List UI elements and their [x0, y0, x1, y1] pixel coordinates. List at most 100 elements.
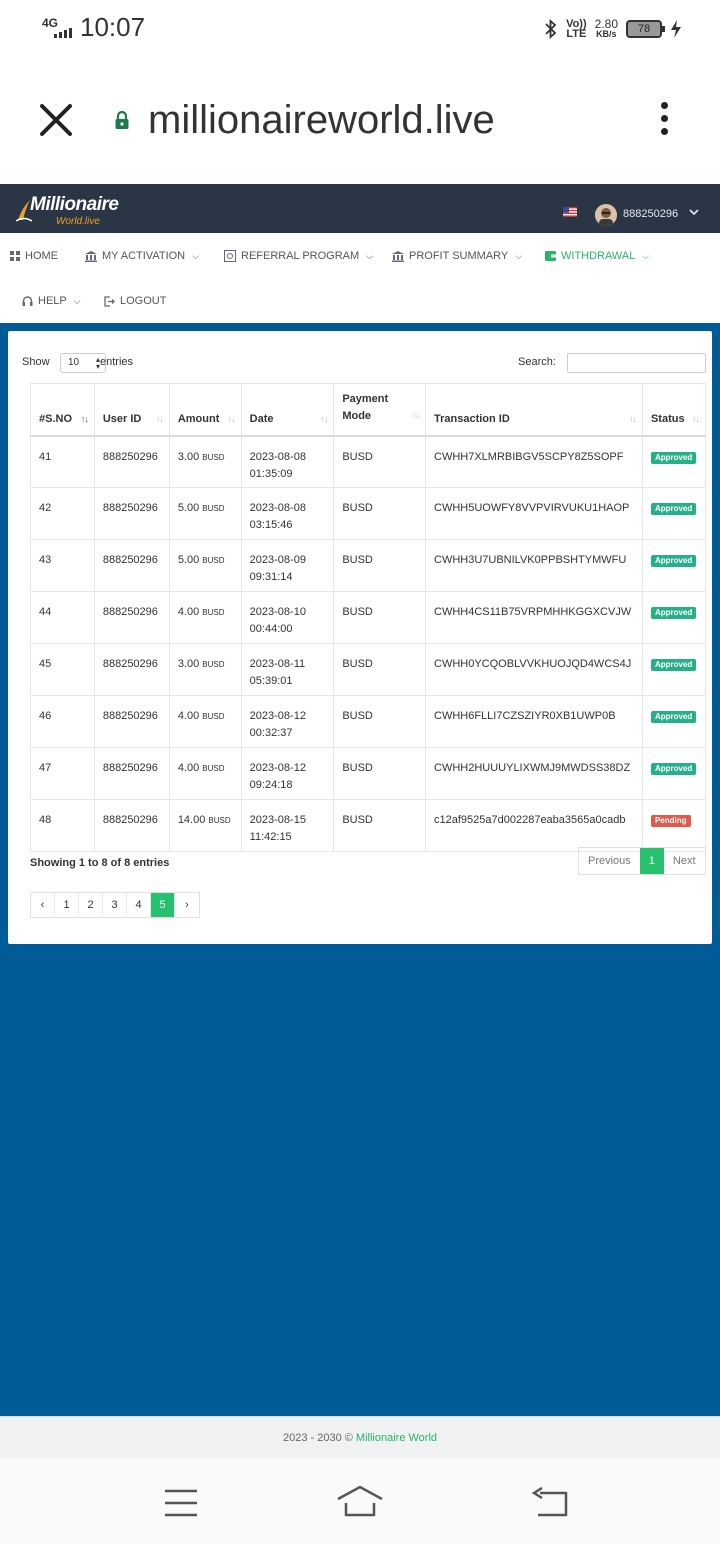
cell-date: 2023-08-15 11:42:15 [240, 799, 335, 852]
cell-sno: 41 [30, 435, 95, 488]
cell-date: 2023-08-10 00:44:00 [240, 591, 335, 644]
menu-item-help[interactable]: HELP ⌵ [22, 291, 81, 311]
avatar[interactable] [595, 204, 617, 226]
pagination-page-4[interactable]: 4 [127, 893, 151, 917]
menu-item-referral[interactable]: REFERRAL PROGRAM ⌵ [224, 246, 373, 266]
cell-amount: 4.00 BUSD [168, 591, 242, 644]
main-menu: HOME MY ACTIVATION ⌵ REFERRAL PROGRAM ⌵ PR… [0, 233, 720, 323]
sort-icon: ↑↓ [80, 413, 89, 424]
search-input[interactable] [567, 353, 706, 373]
clock: 10:07 [80, 12, 146, 42]
footer-brand-link[interactable]: Millionaire World [356, 1432, 437, 1444]
col-status[interactable]: Status ↑↓ [641, 383, 707, 437]
menu-icon[interactable] [164, 1489, 198, 1517]
status-badge: Approved [650, 763, 697, 775]
table-info: Showing 1 to 8 of 8 entries [30, 857, 170, 869]
status-badge: Approved [650, 451, 697, 464]
menu-label: LOGOUT [120, 295, 167, 307]
menu-item-logout[interactable]: LOGOUT [104, 291, 166, 311]
status-badge: Approved [650, 607, 697, 619]
more-vert-icon[interactable] [654, 102, 674, 142]
username[interactable]: 888250296 [623, 208, 678, 220]
cell-payment-mode: BUSD [333, 799, 426, 852]
lock-icon [115, 110, 129, 129]
cell-transaction-id: CWHH3U7UBNILVK0PPBSHTYMWFU [425, 539, 643, 592]
cell-transaction-id: CWHH6FLLI7CZSZIYR0XB1UWP0B [425, 695, 643, 748]
col-sno[interactable]: #S.NO ↑↓ [30, 383, 95, 437]
cell-amount: 4.00 BUSD [168, 695, 242, 748]
pagination: ‹ 1 2 3 4 5 › [30, 892, 200, 918]
col-payment-mode[interactable]: Payment Mode ↑↓ [333, 383, 426, 437]
cell-sno: 43 [30, 539, 95, 592]
site-logo[interactable]: Millionaire World.live [16, 194, 126, 227]
cell-sno: 48 [30, 799, 95, 852]
main-content: Show 10 ▴ ▾ entries Search: #S.NO ↑↓ User … [0, 323, 720, 1416]
chevron-down-icon: ⌵ [73, 295, 81, 306]
cell-transaction-id: CWHH7XLMRBIBGV5SCPY8Z5SOPF [425, 435, 643, 488]
browser-bar: millionaireworld.live [0, 58, 720, 184]
previous-button[interactable]: Previous [579, 848, 640, 874]
cell-amount: 4.00 BUSD [168, 747, 242, 800]
cell-date: 2023-08-08 03:15:46 [240, 487, 335, 540]
menu-item-home[interactable]: HOME [10, 246, 58, 266]
cell-date: 2023-08-08 01:35:09 [240, 435, 335, 488]
cell-user-id: 888250296 [93, 591, 170, 644]
chevron-down-icon: ⌵ [642, 250, 650, 261]
wallet-icon [545, 251, 556, 261]
cell-status: Approved [641, 435, 707, 488]
next-button[interactable]: Next [664, 848, 705, 874]
charging-icon [671, 20, 681, 38]
cell-user-id: 888250296 [93, 799, 170, 852]
col-amount[interactable]: Amount ↑↓ [168, 383, 242, 437]
menu-item-profit[interactable]: PROFIT SUMMARY ⌵ [392, 246, 522, 266]
cell-payment-mode: BUSD [333, 539, 426, 592]
pagination-next-button[interactable]: › [175, 893, 199, 917]
cell-status: Approved [641, 539, 707, 592]
cell-payment-mode: BUSD [333, 435, 426, 488]
cell-user-id: 888250296 [93, 487, 170, 540]
home-icon[interactable] [336, 1485, 384, 1517]
cell-amount: 5.00 BUSD [168, 539, 242, 592]
amount-unit: BUSD [208, 816, 231, 825]
sort-icon: ↑↓ [412, 409, 420, 420]
cell-sno: 47 [30, 747, 95, 800]
close-icon[interactable] [36, 100, 76, 140]
page-current-button[interactable]: 1 [639, 848, 664, 874]
url-text[interactable]: millionaireworld.live [148, 98, 495, 143]
table-row: 41 888250296 3.00 BUSD 2023-08-08 01:35:09 BU… [30, 435, 707, 488]
menu-label: REFERRAL PROGRAM [241, 250, 360, 262]
cell-amount: 3.00 BUSD [168, 643, 242, 696]
signal-icon: 4G [42, 16, 76, 40]
cell-amount: 14.00 BUSD [168, 799, 242, 852]
col-transaction-id[interactable]: Transaction ID ↑↓ [425, 383, 643, 437]
menu-item-withdrawal[interactable]: WITHDRAWAL ⌵ [545, 246, 649, 266]
table-row: 46 888250296 4.00 BUSD 2023-08-12 00:32:37 BU… [30, 695, 707, 748]
menu-label: HELP [38, 295, 67, 307]
pagination-page-5[interactable]: 5 [151, 893, 175, 917]
cell-date: 2023-08-11 05:39:01 [240, 643, 335, 696]
pagination-page-2[interactable]: 2 [79, 893, 103, 917]
amount-unit: BUSD [202, 660, 225, 669]
chevron-down-icon[interactable] [688, 206, 700, 218]
col-user-id[interactable]: User ID ↑↓ [93, 383, 170, 437]
cell-sno: 44 [30, 591, 95, 644]
pagination-page-1[interactable]: 1 [55, 893, 79, 917]
back-icon[interactable] [530, 1487, 568, 1517]
cell-payment-mode: BUSD [333, 695, 426, 748]
col-date[interactable]: Date ↑↓ [240, 383, 335, 437]
amount-unit: BUSD [202, 452, 225, 462]
chevron-down-icon: ⌵ [366, 250, 373, 261]
cell-status: Approved [641, 695, 707, 748]
us-flag-icon[interactable] [563, 207, 577, 217]
amount-unit: BUSD [202, 556, 225, 565]
menu-item-activation[interactable]: MY ACTIVATION ⌵ [85, 246, 199, 266]
status-badge: Approved [650, 555, 697, 567]
pagination-prev-button[interactable]: ‹ [31, 893, 55, 917]
pagination-page-3[interactable]: 3 [103, 893, 127, 917]
cell-transaction-id: CWHH4CS11B75VRPMHHKGGXCVJW [425, 591, 643, 644]
sort-icon: ↑↓ [155, 413, 164, 424]
system-nav-bar [0, 1459, 720, 1544]
battery-icon: 78 [626, 20, 665, 38]
cell-payment-mode: BUSD [333, 643, 426, 696]
cell-transaction-id: CWHH5UOWFY8VVPVIRVUKU1HAOP [425, 487, 643, 540]
